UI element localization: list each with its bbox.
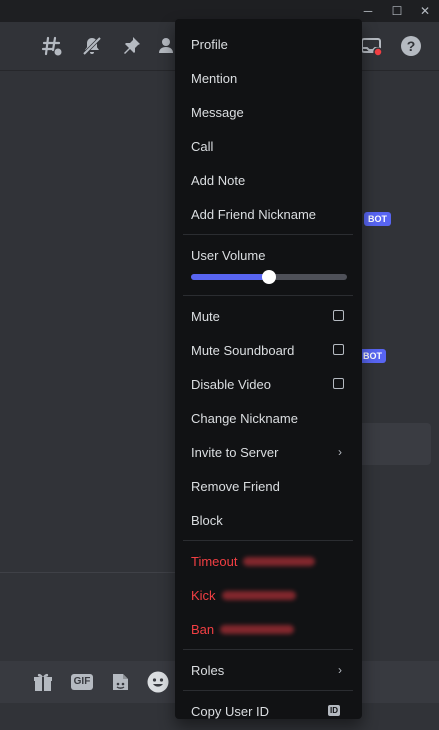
menu-item-mute-soundboard[interactable]: Mute Soundboard (183, 334, 354, 366)
menu-separator (183, 690, 353, 691)
menu-item-label: Invite to Server (191, 444, 279, 460)
gif-label: GIF (70, 674, 94, 690)
redacted-username (220, 624, 295, 634)
menu-item-label: Profile (191, 36, 228, 52)
menu-item-message[interactable]: Message (183, 96, 354, 128)
menu-item-remove-friend[interactable]: Remove Friend (183, 470, 354, 502)
redacted-username (243, 556, 316, 566)
close-window-button[interactable]: ✕ (413, 2, 437, 20)
menu-item-add-friend-nickname[interactable]: Add Friend Nickname (183, 198, 354, 230)
menu-separator (183, 295, 353, 296)
volume-slider-fill (191, 274, 269, 280)
mute-checkbox[interactable] (333, 310, 344, 321)
menu-item-label: Mention (191, 70, 238, 86)
menu-item-label: Disable Video (191, 376, 271, 392)
menu-item-label: User Volume (191, 247, 266, 263)
menu-item-invite-to-server[interactable]: Invite to Server › (183, 436, 354, 468)
mute-notifications-icon[interactable] (80, 34, 104, 58)
mute-soundboard-checkbox[interactable] (333, 344, 344, 355)
menu-item-label: Mute (191, 308, 220, 324)
menu-item-label: Copy User ID (191, 703, 270, 719)
chevron-right-icon: › (338, 663, 342, 677)
menu-item-copy-user-id[interactable]: Copy User ID ID (183, 695, 354, 719)
menu-item-disable-video[interactable]: Disable Video (183, 368, 354, 400)
menu-item-mention[interactable]: Mention (183, 62, 354, 94)
menu-item-label: Mute Soundboard (191, 342, 295, 358)
message-hover-row[interactable] (355, 423, 431, 465)
menu-item-label: Roles (191, 662, 225, 678)
menu-item-change-nickname[interactable]: Change Nickname (183, 402, 354, 434)
gift-icon[interactable] (30, 670, 56, 694)
gif-button[interactable]: GIF (69, 670, 95, 694)
maximize-button[interactable]: ☐ (385, 2, 409, 20)
divider (0, 572, 175, 573)
menu-separator (183, 234, 353, 235)
user-context-menu: Profile Mention Message Call Add Note Ad… (175, 19, 362, 719)
menu-item-timeout[interactable]: Timeout (183, 545, 354, 577)
menu-separator (183, 540, 353, 541)
menu-item-label: Message (191, 104, 244, 120)
emoji-icon[interactable] (145, 670, 171, 694)
pin-icon[interactable] (119, 34, 143, 58)
volume-slider-handle[interactable] (262, 270, 276, 284)
menu-item-ban[interactable]: Ban (183, 613, 354, 645)
help-glyph: ? (406, 38, 416, 54)
menu-item-mute[interactable]: Mute (183, 300, 354, 332)
chevron-right-icon: › (338, 445, 342, 459)
redacted-username (221, 590, 296, 600)
menu-item-user-volume-label: User Volume (183, 239, 354, 271)
menu-item-label: Block (191, 512, 223, 528)
menu-item-label: Ban (191, 621, 215, 637)
menu-item-block[interactable]: Block (183, 504, 354, 536)
user-volume-slider[interactable] (191, 270, 347, 284)
menu-item-label: Timeout (191, 553, 238, 569)
member-list-icon[interactable] (156, 34, 174, 58)
menu-item-profile[interactable]: Profile (183, 28, 354, 60)
threads-icon[interactable] (40, 34, 64, 58)
sticker-icon[interactable] (107, 670, 133, 694)
menu-item-label: Remove Friend (191, 478, 280, 494)
bot-badge: BOT (364, 212, 391, 226)
menu-item-roles[interactable]: Roles › (183, 654, 354, 686)
menu-item-add-note[interactable]: Add Note (183, 164, 354, 196)
minimize-button[interactable]: ─ (356, 2, 380, 20)
menu-separator (183, 649, 353, 650)
menu-item-label: Change Nickname (191, 410, 298, 426)
disable-video-checkbox[interactable] (333, 378, 344, 389)
menu-item-kick[interactable]: Kick (183, 579, 354, 611)
menu-item-label: Call (191, 138, 214, 154)
id-icon: ID (328, 705, 340, 716)
help-icon[interactable]: ? (399, 34, 423, 58)
menu-item-call[interactable]: Call (183, 130, 354, 162)
menu-item-label: Add Note (191, 172, 246, 188)
inbox-icon[interactable] (359, 34, 383, 58)
menu-item-label: Add Friend Nickname (191, 206, 316, 222)
menu-item-label: Kick (191, 587, 216, 603)
